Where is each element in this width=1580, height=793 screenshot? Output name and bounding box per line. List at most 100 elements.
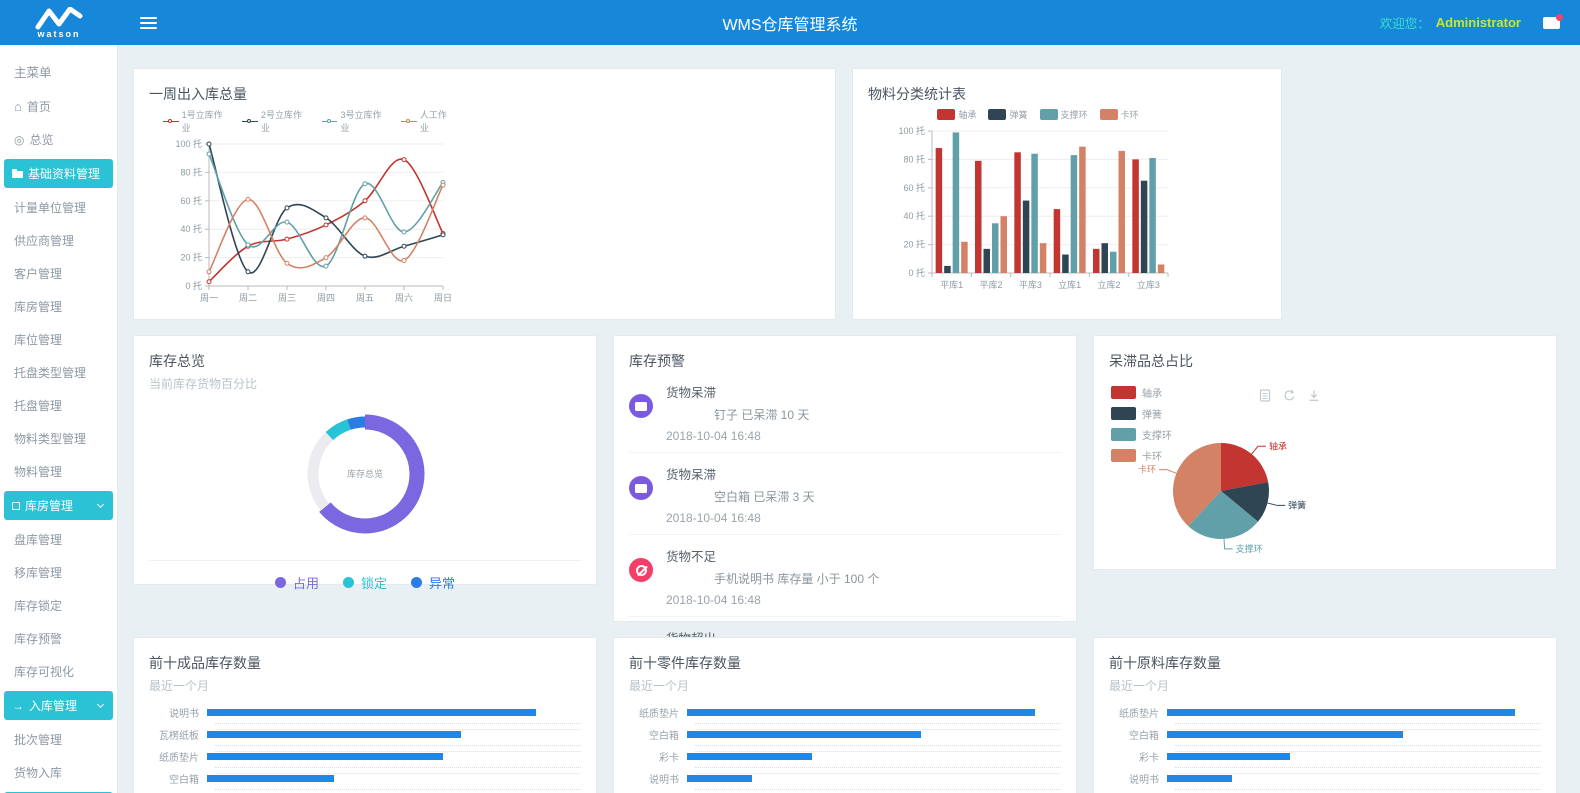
hbar-bar xyxy=(207,731,461,738)
svg-text:周五: 周五 xyxy=(356,293,374,303)
sidebar-item[interactable]: 入库管理 xyxy=(4,691,113,720)
hbar-bar xyxy=(1167,775,1232,782)
svg-text:卡环: 卡环 xyxy=(1138,464,1156,475)
hbar-bar xyxy=(687,775,752,782)
home-icon xyxy=(14,100,22,113)
sidebar-item[interactable]: 托盘类型管理 xyxy=(0,356,117,389)
card-weekly-io: 一周出入库总量 1号立库作业2号立库作业3号立库作业人工作业0 托20 托40 … xyxy=(133,68,836,320)
card-inventory-alerts: 库存预警 货物呆滞钉子 已呆滞 10 天2018-10-04 16:48货物呆滞… xyxy=(613,335,1077,622)
sidebar-item[interactable]: 客户管理 xyxy=(0,257,117,290)
sidebar-item[interactable]: 库房管理 xyxy=(0,290,117,323)
legend-item[interactable]: 轴承 xyxy=(1111,385,1172,400)
legend-item[interactable]: 锁定 xyxy=(343,573,387,592)
sidebar-item[interactable]: 库存锁定 xyxy=(0,589,117,622)
sidebar-item-label: 入库管理 xyxy=(29,697,77,714)
svg-text:80 托: 80 托 xyxy=(903,153,925,164)
current-username[interactable]: Administrator xyxy=(1436,15,1521,30)
menu-toggle-button[interactable] xyxy=(136,10,161,36)
alert-timestamp: 2018-10-04 16:48 xyxy=(666,593,1061,607)
hbar-bar xyxy=(687,731,921,738)
hbar-label: 彩卡 xyxy=(629,749,687,764)
sidebar-item-label: 托盘类型管理 xyxy=(14,364,86,381)
message-icon xyxy=(629,394,653,418)
hbar-bar xyxy=(207,709,536,716)
svg-text:20 托: 20 托 xyxy=(180,252,202,263)
legend-item[interactable]: 异常 xyxy=(411,573,455,592)
chart-legend: 轴承弹簧支撑环卡环 xyxy=(892,108,1184,121)
legend-item[interactable]: 2号立库作业 xyxy=(242,108,309,134)
sidebar-item-label: 物料管理 xyxy=(14,463,62,480)
app-header: watson WMS仓库管理系统 欢迎您： Administrator xyxy=(0,0,1580,45)
sidebar-item[interactable]: 批次管理 xyxy=(0,723,117,756)
legend-item[interactable]: 支撑环 xyxy=(1040,108,1088,121)
hbar-bar xyxy=(687,753,812,760)
sidebar-item[interactable]: 物料管理 xyxy=(0,455,117,488)
pie-canvas: 轴承弹簧支撑环卡环 xyxy=(1109,413,1349,565)
card-material-stats: 物料分类统计表 轴承弹簧支撑环卡环0 托20 托40 托60 托80 托100 … xyxy=(852,68,1282,320)
legend-item[interactable]: 弹簧 xyxy=(988,108,1027,121)
sidebar-item[interactable]: 货物入库 xyxy=(0,756,117,789)
card-title: 呆滞品总占比 xyxy=(1109,351,1541,371)
inventory-donut-chart: 库存总览 xyxy=(149,392,581,560)
sidebar-item[interactable]: 基础资料管理 xyxy=(4,159,113,188)
download-icon[interactable] xyxy=(1308,389,1320,407)
sidebar-item[interactable]: 供应商管理 xyxy=(0,224,117,257)
card-title: 一周出入库总量 xyxy=(149,84,820,104)
main-content: 一周出入库总量 1号立库作业 2号立库作业 3号立库作业人工作业 0 托20 托40 … xyxy=(118,45,1580,793)
sidebar-item-label: 批次管理 xyxy=(14,731,62,748)
hbar-bar xyxy=(687,709,1035,716)
card-title: 前十原料库存数量 xyxy=(1109,653,1541,673)
svg-text:平库1: 平库1 xyxy=(940,279,963,290)
chart-toolbox xyxy=(1259,389,1320,407)
sidebar-item-label: 基础资料管理 xyxy=(28,165,100,182)
hbar-row: 说明书 xyxy=(629,774,1061,783)
brand-logo[interactable]: watson xyxy=(0,0,118,45)
svg-text:80 托: 80 托 xyxy=(180,166,202,177)
notifications-icon[interactable] xyxy=(1543,17,1560,29)
hbar-row: 纸质垫片 xyxy=(629,708,1061,717)
refresh-icon[interactable] xyxy=(1283,389,1296,407)
legend-item[interactable]: 占用 xyxy=(275,573,319,592)
svg-text:周六: 周六 xyxy=(395,292,413,303)
hbar-label: 纸质垫片 xyxy=(1109,705,1167,720)
hbar-bar xyxy=(207,775,334,782)
alert-item: 货物呆滞钉子 已呆滞 10 天2018-10-04 16:48 xyxy=(629,371,1061,453)
sidebar-item[interactable]: 首页 xyxy=(0,90,117,123)
overview-icon xyxy=(14,134,24,146)
sidebar-item[interactable]: 库位管理 xyxy=(0,323,117,356)
hbar-row: 说明书 xyxy=(1109,774,1541,783)
svg-text:立库1: 立库1 xyxy=(1058,279,1081,290)
sidebar-item[interactable]: 库房管理 xyxy=(4,491,113,520)
sidebar-item[interactable]: 移库管理 xyxy=(0,556,117,589)
sidebar-item-label: 计量单位管理 xyxy=(14,199,86,216)
sidebar-section-label: 主菜单 xyxy=(0,53,117,90)
hbar-label: 彩卡 xyxy=(1109,749,1167,764)
legend-item[interactable]: 人工作业 xyxy=(401,108,455,134)
legend-item[interactable]: 3号立库作业 xyxy=(322,108,389,134)
legend-item[interactable]: 轴承 xyxy=(937,108,976,121)
sidebar-item-label: 总览 xyxy=(29,131,53,148)
sidebar-item[interactable]: 物料类型管理 xyxy=(0,422,117,455)
bar-chart-canvas: 0 托20 托40 托60 托80 托100 托平库1平库2平库3立库1立库2立… xyxy=(892,121,1184,299)
sidebar-item-label: 库房管理 xyxy=(25,497,73,514)
sidebar-item[interactable]: 库存可视化 xyxy=(0,655,117,688)
chevron-down-icon xyxy=(97,501,104,508)
alert-item: 货物不足手机说明书 库存量 小于 100 个2018-10-04 16:48 xyxy=(629,535,1061,617)
hbar-label: 纸质垫片 xyxy=(629,705,687,720)
sidebar-item[interactable]: 总览 xyxy=(0,123,117,156)
card-stagnant-ratio: 呆滞品总占比 轴承弹簧支撑环卡环 轴承弹簧支撑环卡环 xyxy=(1093,335,1557,570)
sidebar-item[interactable]: 库存预警 xyxy=(0,622,117,655)
hbar-row: 彩卡 xyxy=(1109,752,1541,761)
legend-item[interactable]: 卡环 xyxy=(1100,108,1139,121)
hbar-bar xyxy=(1167,731,1403,738)
card-subtitle: 最近一个月 xyxy=(1109,677,1541,694)
data-view-icon[interactable] xyxy=(1259,389,1271,407)
sidebar-item[interactable]: 计量单位管理 xyxy=(0,191,117,224)
hbar-label: 说明书 xyxy=(629,771,687,786)
sidebar-item-label: 货物入库 xyxy=(14,764,62,781)
sidebar-item[interactable]: 托盘管理 xyxy=(0,389,117,422)
sidebar-item-label: 库存预警 xyxy=(14,630,62,647)
sidebar-item[interactable]: 盘库管理 xyxy=(0,523,117,556)
legend-item[interactable]: 1号立库作业 xyxy=(163,108,230,134)
alert-title: 货物呆滞 xyxy=(666,382,1061,401)
